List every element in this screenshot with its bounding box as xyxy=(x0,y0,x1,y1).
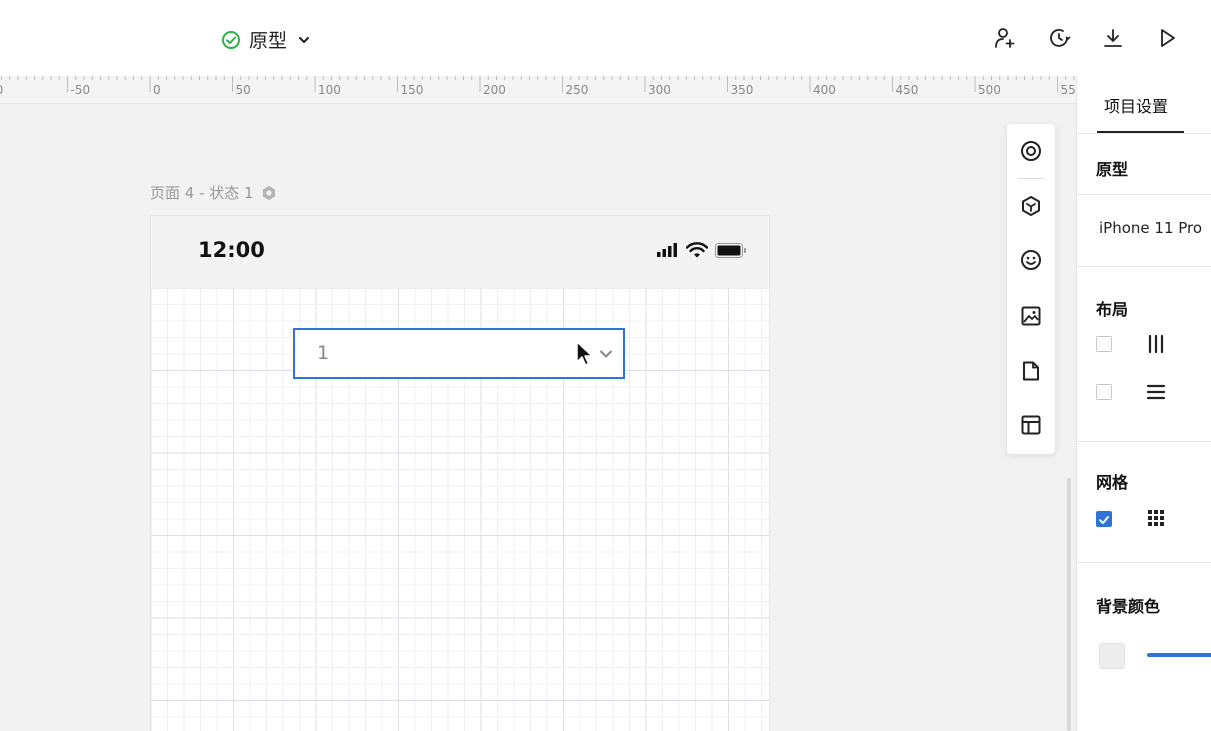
top-bar: 原型 xyxy=(0,0,1211,76)
play-icon xyxy=(1161,29,1175,47)
section-title-grid: 网格 xyxy=(1096,473,1129,492)
history-button[interactable] xyxy=(1045,24,1073,52)
chevron-down-icon xyxy=(600,350,612,358)
ruler-label: 450 xyxy=(895,83,919,97)
ruler-label: 50 xyxy=(235,83,251,97)
download-button[interactable] xyxy=(1099,24,1127,52)
check-circle-icon xyxy=(222,30,240,49)
section-title-background-color: 背景颜色 xyxy=(1096,597,1161,616)
settings-panel: 项目设置 原型 iPhone 11 Pro 布局 网格 背景颜色 xyxy=(1076,76,1211,731)
section-title-layout: 布局 xyxy=(1096,300,1129,319)
opacity-slider[interactable] xyxy=(1147,653,1211,657)
add-user-button[interactable] xyxy=(991,24,1019,52)
battery-icon xyxy=(715,242,746,258)
add-user-icon xyxy=(995,28,1015,48)
horizontal-ruler: 00 -50 0 50 100 150 200 250 300 350 400 450 500 55 xyxy=(0,76,1076,104)
divider xyxy=(1077,266,1211,267)
layout-rows-checkbox[interactable] xyxy=(1096,384,1112,400)
layout-columns-checkbox[interactable] xyxy=(1096,336,1112,352)
layout-icon[interactable] xyxy=(1019,413,1043,437)
component-icon[interactable] xyxy=(1019,194,1043,218)
status-time: 12:00 xyxy=(198,238,265,262)
section-title-prototype: 原型 xyxy=(1096,160,1129,179)
mouse-cursor-icon xyxy=(576,341,593,366)
history-icon xyxy=(1050,29,1071,47)
ruler-label: 300 xyxy=(648,83,671,97)
ruler-label: 0 xyxy=(153,83,161,97)
page-icon[interactable] xyxy=(1019,359,1043,383)
page-label-text: 页面 4 - 状态 1 xyxy=(150,184,254,202)
toolbar-divider xyxy=(1018,178,1044,179)
tab-project-settings[interactable]: 项目设置 xyxy=(1104,93,1168,117)
divider xyxy=(1077,562,1211,563)
ruler-label: 100 xyxy=(318,83,341,97)
phone-artboard[interactable]: 12:00 1 xyxy=(150,215,770,731)
ruler-label: 500 xyxy=(978,83,1001,97)
page-state-label[interactable]: 页面 4 - 状态 1 xyxy=(150,182,277,203)
rows-icon xyxy=(1146,384,1166,400)
mode-switcher[interactable]: 原型 xyxy=(221,26,311,53)
download-icon xyxy=(1104,29,1122,47)
status-bar: 12:00 xyxy=(151,216,769,288)
gear-icon[interactable] xyxy=(261,185,277,201)
checkmark-icon xyxy=(1099,516,1109,524)
wifi-icon xyxy=(686,242,708,258)
device-select[interactable]: iPhone 11 Pro xyxy=(1099,219,1202,237)
vertical-scrollbar[interactable] xyxy=(1067,478,1071,731)
ruler-label: 55 xyxy=(1060,83,1076,97)
insert-toolbar xyxy=(1007,124,1055,454)
image-icon[interactable] xyxy=(1019,304,1043,328)
mode-label: 原型 xyxy=(249,30,288,52)
ruler-label: 200 xyxy=(483,83,506,97)
divider xyxy=(1077,194,1211,195)
canvas[interactable]: 页面 4 - 状态 1 12:00 1 xyxy=(0,104,1076,731)
columns-icon xyxy=(1148,334,1164,354)
divider xyxy=(1077,133,1211,134)
grid-dots-icon xyxy=(1148,510,1164,526)
ruler-label: 250 xyxy=(565,83,589,97)
target-icon[interactable] xyxy=(1019,139,1043,163)
emoji-icon[interactable] xyxy=(1019,248,1043,272)
ruler-label: 350 xyxy=(730,83,754,97)
grid-checkbox[interactable] xyxy=(1096,511,1112,527)
divider xyxy=(1077,441,1211,442)
ruler-label: 150 xyxy=(400,83,424,97)
preview-button[interactable] xyxy=(1153,24,1181,52)
chevron-down-icon xyxy=(299,36,310,43)
signal-icon xyxy=(657,243,677,257)
ruler-label: 400 xyxy=(813,83,836,97)
background-color-swatch[interactable] xyxy=(1099,643,1125,669)
select-value: 1 xyxy=(317,342,330,364)
ruler-label: -50 xyxy=(70,83,91,97)
ruler-label: 00 xyxy=(0,83,3,97)
